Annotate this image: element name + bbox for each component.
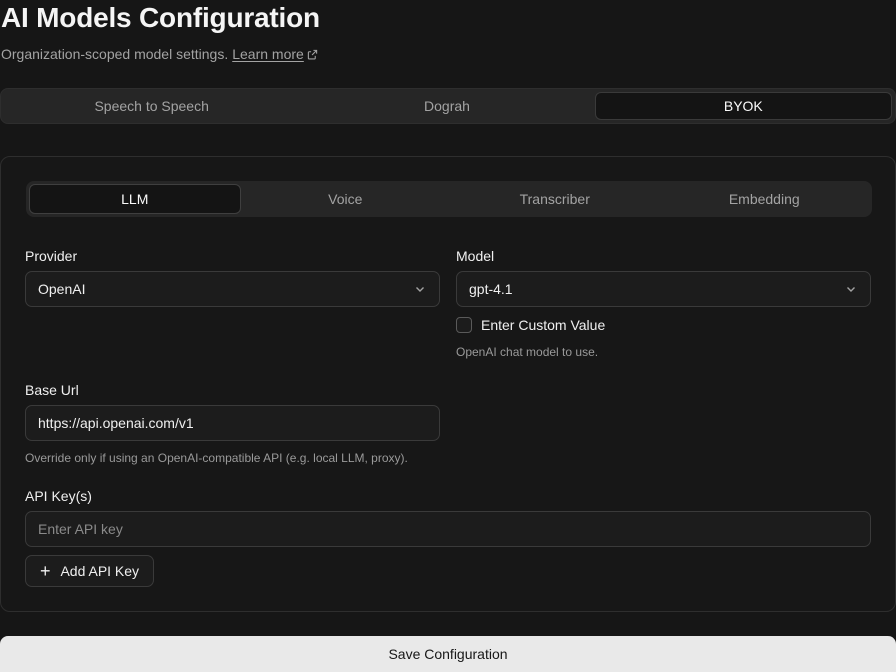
- service-tabs: LLM Voice Transcriber Embedding: [26, 181, 872, 217]
- model-label: Model: [456, 248, 495, 264]
- plus-icon: +: [39, 561, 51, 581]
- custom-value-checkbox[interactable]: [456, 317, 472, 333]
- page-subtitle: Organization-scoped model settings. Lear…: [1, 46, 318, 62]
- model-value: gpt-4.1: [469, 281, 513, 297]
- add-api-key-label: Add API Key: [60, 563, 140, 579]
- provider-label: Provider: [25, 248, 78, 264]
- external-link-icon: [307, 49, 318, 59]
- api-key-input[interactable]: [25, 511, 871, 547]
- base-url-input[interactable]: [25, 405, 440, 441]
- tab-speech-to-speech[interactable]: Speech to Speech: [4, 92, 299, 120]
- tab-voice[interactable]: Voice: [241, 184, 451, 214]
- subtitle-text: Organization-scoped model settings.: [1, 46, 229, 62]
- tab-llm[interactable]: LLM: [29, 184, 241, 214]
- learn-more-label: Learn more: [232, 46, 304, 62]
- model-select[interactable]: gpt-4.1: [456, 271, 871, 307]
- page-title: AI Models Configuration: [1, 2, 320, 33]
- provider-value: OpenAI: [38, 281, 86, 297]
- model-help-text: OpenAI chat model to use.: [456, 345, 599, 359]
- chevron-down-icon: [416, 287, 424, 292]
- learn-more-link[interactable]: Learn more: [232, 46, 318, 62]
- provider-select[interactable]: OpenAI: [25, 271, 440, 307]
- base-url-label: Base Url: [25, 382, 79, 398]
- add-api-key-button[interactable]: + Add API Key: [25, 555, 154, 587]
- tab-transcriber[interactable]: Transcriber: [450, 184, 660, 214]
- config-card: LLM Voice Transcriber Embedding Provider…: [0, 156, 896, 612]
- api-key-label: API Key(s): [25, 488, 92, 504]
- mode-tabs: Speech to Speech Dograh BYOK: [0, 88, 896, 124]
- tab-byok[interactable]: BYOK: [594, 92, 892, 120]
- ai-models-config-page: AI Models Configuration Organization-sco…: [0, 0, 896, 672]
- tab-dograh[interactable]: Dograh: [299, 92, 594, 120]
- custom-value-toggle[interactable]: Enter Custom Value: [456, 317, 605, 333]
- tab-embedding[interactable]: Embedding: [660, 184, 870, 214]
- custom-value-label: Enter Custom Value: [481, 317, 606, 333]
- chevron-down-icon: [847, 287, 855, 292]
- base-url-help-text: Override only if using an OpenAI-compati…: [25, 451, 408, 465]
- save-configuration-button[interactable]: Save Configuration: [0, 636, 896, 672]
